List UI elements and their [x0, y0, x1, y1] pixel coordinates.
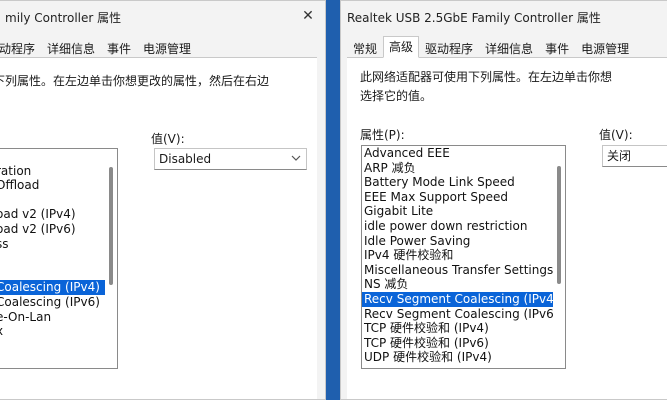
left-property-item[interactable]: oad v2 (IPv4)	[0, 207, 117, 222]
left-property-item[interactable]: Coalescing (IPv6)	[0, 295, 117, 310]
right-list-scrollbar[interactable]	[553, 146, 565, 368]
left-tab-bar: 动程序 详细信息 事件 电源管理	[0, 36, 197, 58]
right-window-title: Realtek USB 2.5GbE Family Controller 属性	[347, 10, 601, 25]
left-property-item[interactable]: ration	[0, 164, 117, 179]
right-description-line2: 选择它的值。	[360, 89, 433, 103]
right-value-selected: 关闭	[607, 149, 632, 163]
left-property-item[interactable]: x	[0, 324, 117, 339]
right-advanced-panel: 此网络适配器可使用下列属性。在左边单击你想 选择它的值。 属性(P): 值(V)…	[347, 57, 667, 399]
right-property-item[interactable]: Miscellaneous Transfer Settings	[362, 263, 565, 278]
right-property-item[interactable]: Idle Power Saving	[362, 234, 565, 249]
left-value-selected: Disabled	[159, 152, 212, 166]
right-property-item[interactable]: Recv Segment Coalescing (IPv6)	[362, 307, 565, 322]
tab-advanced[interactable]: 高级	[383, 36, 420, 58]
right-description: 此网络适配器可使用下列属性。在左边单击你想 选择它的值。	[360, 68, 612, 106]
right-property-item[interactable]: Recv Segment Coalescing (IPv4)	[362, 291, 565, 307]
right-description-line1: 此网络适配器可使用下列属性。在左边单击你想	[360, 70, 613, 84]
left-value-label: 值(V):	[151, 132, 185, 146]
right-property-item[interactable]: IPv4 硬件校验和	[362, 248, 565, 263]
right-property-list[interactable]: Advanced EEE ARP 减负 Battery Mode Link Spee…	[361, 145, 566, 369]
right-value-label: 值(V):	[599, 128, 633, 142]
right-property-item[interactable]: idle power down restriction	[362, 219, 565, 234]
properties-label: 属性(P):	[360, 128, 405, 142]
left-property-item[interactable]: Offload	[0, 178, 117, 193]
right-property-item[interactable]: Battery Mode Link Speed	[362, 175, 565, 190]
tab-power-management[interactable]: 电源管理	[137, 38, 197, 58]
right-property-item[interactable]: Advanced EEE	[362, 146, 565, 161]
left-property-item[interactable]	[0, 266, 117, 281]
tab-details[interactable]: 详细信息	[479, 38, 539, 58]
left-list-scrollbar[interactable]	[105, 149, 117, 368]
left-property-list[interactable]: rationOffload oad v2 (IPv4)oad v2 (IPv6)s…	[0, 148, 118, 369]
right-property-item[interactable]: EEE Max Support Speed	[362, 190, 565, 205]
right-value-dropdown[interactable]: 关闭	[602, 145, 667, 167]
desktop-gap	[326, 0, 340, 400]
left-property-item[interactable]	[0, 251, 117, 266]
tab-driver[interactable]: 动程序	[0, 38, 41, 58]
left-property-item[interactable]: oad v2 (IPv6)	[0, 222, 117, 237]
tab-events[interactable]: 事件	[101, 38, 137, 58]
left-advanced-panel: 下列属性。在左边单击你想更改的属性，然后在右边 值(V): Disabled r…	[0, 57, 317, 399]
tab-events[interactable]: 事件	[539, 38, 575, 58]
tab-power-management[interactable]: 电源管理	[575, 38, 635, 58]
chevron-down-icon	[291, 155, 301, 161]
right-property-item[interactable]: TCP 硬件校验和 (IPv6)	[362, 336, 565, 351]
right-tab-bar: 常规 高级 驱动程序 详细信息 事件 电源管理	[347, 36, 635, 58]
left-property-item[interactable]	[0, 149, 117, 164]
right-property-item[interactable]: NS 减负	[362, 277, 565, 292]
left-property-item[interactable]: ss	[0, 237, 117, 252]
left-value-dropdown[interactable]: Disabled	[154, 148, 307, 170]
tab-details[interactable]: 详细信息	[41, 38, 101, 58]
right-property-item[interactable]: UDP 硬件校验和 (IPv4)	[362, 350, 565, 365]
left-window-title: mily Controller 属性	[5, 10, 122, 25]
left-description: 下列属性。在左边单击你想更改的属性，然后在右边	[0, 74, 270, 88]
right-property-item[interactable]: Gigabit Lite	[362, 204, 565, 219]
tab-general[interactable]: 常规	[347, 38, 383, 58]
right-property-item[interactable]: ARP 减负	[362, 161, 565, 176]
left-property-item[interactable]: Coalescing (IPv4)	[0, 280, 117, 295]
close-icon[interactable]: ✕	[301, 9, 315, 23]
tab-driver[interactable]: 驱动程序	[419, 38, 479, 58]
left-title-bar: mily Controller 属性	[0, 1, 325, 33]
right-property-item[interactable]: TCP 硬件校验和 (IPv4)	[362, 321, 565, 336]
right-properties-window: Realtek USB 2.5GbE Family Controller 属性 …	[340, 0, 667, 400]
left-scrollbar-thumb[interactable]	[109, 167, 113, 285]
left-property-item[interactable]: e-On-Lan	[0, 310, 117, 325]
left-property-item[interactable]	[0, 193, 117, 208]
left-properties-window: mily Controller 属性 ✕ 动程序 详细信息 事件 电源管理 下列…	[0, 0, 326, 400]
right-title-bar: Realtek USB 2.5GbE Family Controller 属性	[341, 1, 667, 33]
right-scrollbar-thumb[interactable]	[557, 166, 561, 284]
